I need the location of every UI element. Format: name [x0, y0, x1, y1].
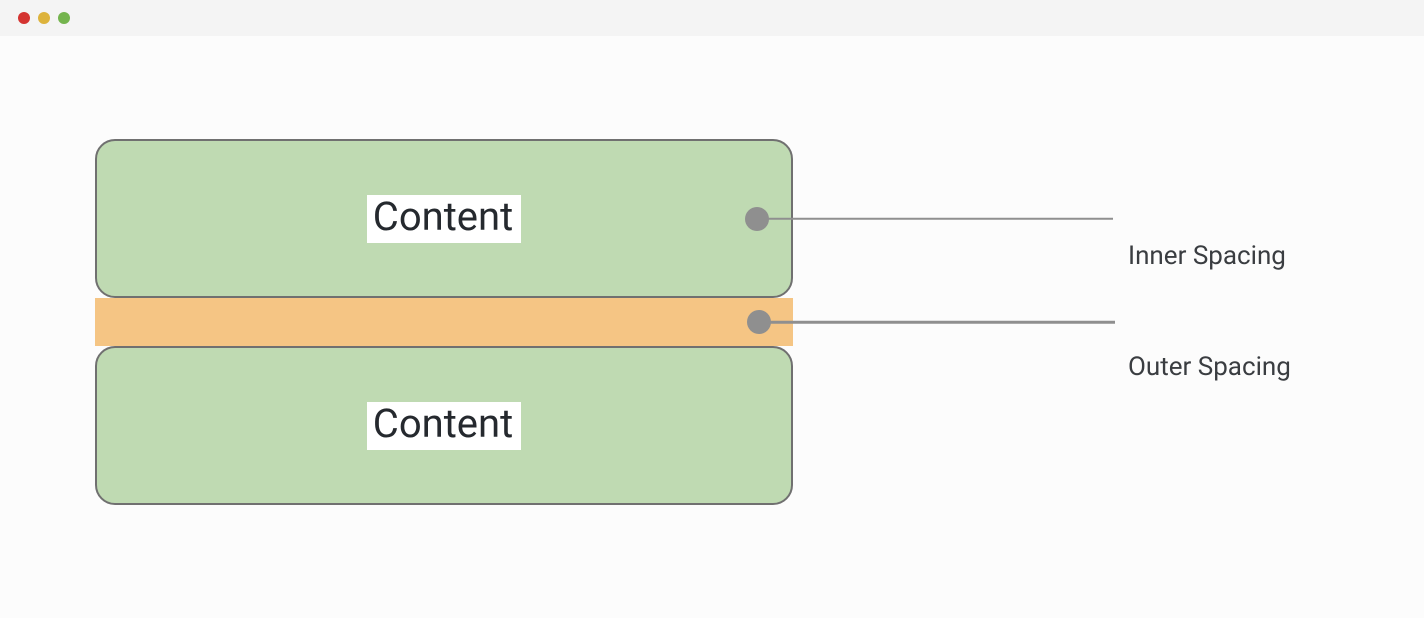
spacing-diagram: Content Content — [95, 139, 793, 505]
callout-line-outer — [759, 321, 1115, 324]
minimize-icon[interactable] — [38, 12, 50, 24]
close-icon[interactable] — [18, 12, 30, 24]
content-label-top: Content — [367, 195, 521, 243]
content-label-bottom: Content — [367, 402, 521, 450]
maximize-icon[interactable] — [58, 12, 70, 24]
callout-label-outer: Outer Spacing — [1128, 352, 1291, 382]
outer-spacing-bar — [95, 298, 793, 346]
callout-line-inner — [757, 217, 1113, 220]
window-titlebar — [0, 0, 1424, 36]
content-area: Content Content Inner Spacing Outer Spac… — [0, 36, 1424, 618]
callout-label-inner: Inner Spacing — [1128, 241, 1286, 271]
content-box-bottom: Content — [95, 346, 793, 505]
content-box-top: Content — [95, 139, 793, 298]
